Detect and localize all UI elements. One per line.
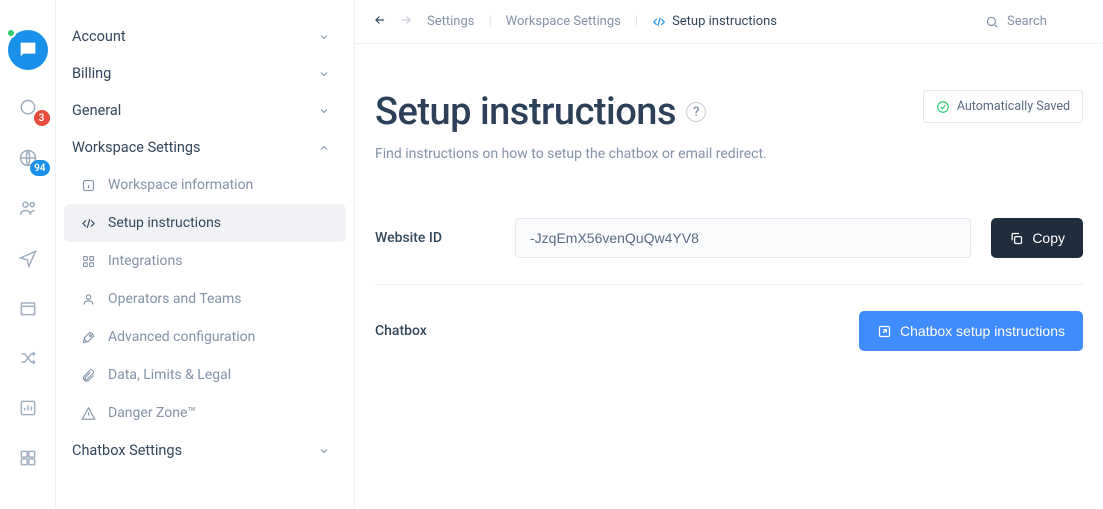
sidebar-section-account[interactable]: Account — [56, 18, 354, 55]
shuffle-icon — [18, 348, 38, 368]
sidebar-item-label: Operators and Teams — [108, 291, 242, 307]
external-link-icon — [877, 324, 892, 339]
website-id-input[interactable] — [515, 218, 971, 258]
page-title-text: Setup instructions — [375, 90, 676, 134]
sidebar-section-workspace[interactable]: Workspace Settings — [56, 129, 354, 166]
sidebar-label: Chatbox Settings — [72, 442, 182, 459]
sidebar-item-danger-zone[interactable]: Danger Zone™ — [64, 394, 346, 432]
breadcrumb-sep: | — [635, 14, 638, 29]
sidebar-label: Workspace Settings — [72, 139, 201, 156]
code-icon — [80, 216, 96, 231]
app-logo[interactable] — [8, 30, 48, 70]
saved-status: Automatically Saved — [923, 90, 1083, 123]
rail-apps[interactable] — [8, 446, 48, 470]
chevron-up-icon — [318, 142, 330, 154]
page-title: Setup instructions ? — [375, 90, 767, 134]
sidebar-item-advanced[interactable]: Advanced configuration — [64, 318, 346, 356]
code-icon — [652, 15, 666, 29]
sidebar-label: Account — [72, 28, 126, 45]
sidebar-item-label: Workspace information — [108, 177, 253, 193]
rail-contacts[interactable] — [8, 196, 48, 220]
chevron-down-icon — [318, 105, 330, 117]
copy-label: Copy — [1032, 230, 1065, 246]
integrations-icon — [80, 254, 96, 269]
sidebar-label: Billing — [72, 65, 111, 82]
row-chatbox: Chatbox Chatbox setup instructions — [375, 285, 1083, 377]
sidebar-item-integrations[interactable]: Integrations — [64, 242, 346, 280]
chevron-down-icon — [318, 445, 330, 457]
chevron-down-icon — [318, 31, 330, 43]
rail-campaigns[interactable] — [8, 246, 48, 270]
rail-shuffle[interactable] — [8, 346, 48, 370]
sidebar-item-label: Data, Limits & Legal — [108, 367, 231, 383]
chatbox-setup-label: Chatbox setup instructions — [900, 323, 1065, 339]
people-icon — [18, 198, 38, 218]
breadcrumb-current: Setup instructions — [652, 14, 777, 29]
sidebar-section-billing[interactable]: Billing — [56, 55, 354, 92]
sidebar-item-operators[interactable]: Operators and Teams — [64, 280, 346, 318]
breadcrumb-workspace[interactable]: Workspace Settings — [506, 14, 621, 29]
page-subtitle: Find instructions on how to setup the ch… — [375, 146, 767, 162]
copy-button[interactable]: Copy — [991, 218, 1083, 258]
icon-rail: 3 94 — [0, 0, 56, 509]
status-dot-icon — [6, 28, 16, 38]
rail-globe[interactable]: 94 — [8, 146, 48, 170]
check-circle-icon — [936, 100, 950, 114]
chatbox-setup-button[interactable]: Chatbox setup instructions — [859, 311, 1083, 351]
arrow-left-icon — [373, 13, 387, 27]
nav-forward-button[interactable] — [399, 13, 413, 31]
info-icon — [80, 178, 96, 193]
settings-sidebar: Account Billing General Workspace Settin… — [56, 0, 354, 509]
rail-archive[interactable] — [8, 296, 48, 320]
arrow-right-icon — [399, 13, 413, 27]
sidebar-item-label: Setup instructions — [108, 215, 221, 231]
archive-icon — [18, 298, 38, 318]
sidebar-item-label: Danger Zone™ — [108, 405, 196, 421]
search-placeholder: Search — [1007, 14, 1047, 29]
user-icon — [80, 292, 96, 307]
help-button[interactable]: ? — [686, 102, 706, 122]
search-icon — [985, 15, 999, 29]
topbar: Settings | Workspace Settings | Setup in… — [355, 0, 1103, 44]
content-area: Setup instructions ? Find instructions o… — [355, 44, 1103, 509]
breadcrumb-settings[interactable]: Settings — [427, 14, 474, 29]
inbox-badge: 3 — [34, 110, 50, 126]
rail-inbox[interactable]: 3 — [8, 96, 48, 120]
sidebar-item-label: Advanced configuration — [108, 329, 255, 345]
rocket-icon — [80, 330, 96, 345]
main-area: Settings | Workspace Settings | Setup in… — [354, 0, 1103, 509]
warning-icon — [80, 406, 96, 421]
chat-bubble-icon — [17, 39, 39, 61]
chart-icon — [18, 398, 38, 418]
send-icon — [18, 248, 38, 268]
globe-badge: 94 — [30, 160, 49, 176]
saved-text: Automatically Saved — [957, 99, 1070, 114]
nav-back-button[interactable] — [373, 13, 387, 31]
grid-icon — [18, 448, 38, 468]
sidebar-item-data-limits[interactable]: Data, Limits & Legal — [64, 356, 346, 394]
chevron-down-icon — [318, 68, 330, 80]
paperclip-icon — [80, 368, 96, 383]
rail-analytics[interactable] — [8, 396, 48, 420]
sidebar-label: General — [72, 102, 121, 119]
sidebar-section-chatbox[interactable]: Chatbox Settings — [56, 432, 354, 469]
search-input[interactable]: Search — [985, 14, 1085, 29]
sidebar-item-label: Integrations — [108, 253, 182, 269]
row-label: Website ID — [375, 230, 515, 246]
sidebar-item-setup-instructions[interactable]: Setup instructions — [64, 204, 346, 242]
row-label: Chatbox — [375, 323, 515, 339]
row-website-id: Website ID Copy — [375, 192, 1083, 285]
breadcrumb-sep: | — [488, 14, 491, 29]
copy-icon — [1009, 231, 1024, 246]
sidebar-section-general[interactable]: General — [56, 92, 354, 129]
breadcrumb-current-label: Setup instructions — [672, 14, 777, 29]
sidebar-item-workspace-info[interactable]: Workspace information — [64, 166, 346, 204]
